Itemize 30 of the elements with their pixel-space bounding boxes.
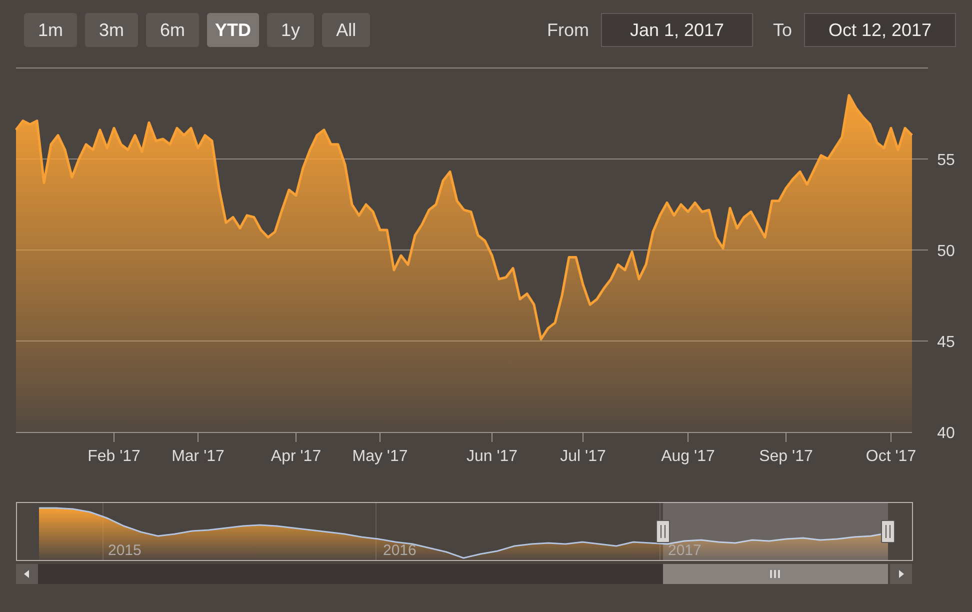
range-button[interactable]: All (322, 13, 370, 47)
range-button[interactable]: 1m (24, 13, 78, 47)
scroll-right-button[interactable] (890, 564, 912, 584)
navigator-selection[interactable] (663, 503, 888, 560)
y-axis-label: 50 (937, 243, 955, 260)
x-axis-label: Sep '17 (759, 448, 813, 465)
x-axis-label: Apr '17 (270, 448, 322, 465)
range-handle[interactable] (656, 520, 670, 543)
x-axis-label: Feb '17 (88, 448, 140, 465)
from-label: From (546, 20, 589, 40)
year-label: 2017 (668, 542, 702, 559)
y-axis-label: 55 (937, 152, 955, 169)
year-label: 2015 (108, 542, 142, 559)
y-axis-label: 45 (937, 334, 955, 351)
x-axis-label: Jun '17 (466, 448, 518, 465)
range-button[interactable]: 3m (85, 13, 138, 47)
x-axis-label: Aug '17 (661, 448, 715, 465)
x-axis-label: Jul '17 (560, 448, 606, 465)
range-button[interactable]: YTD (207, 13, 260, 47)
y-axis-label: 40 (937, 425, 955, 442)
range-handle[interactable] (881, 520, 895, 543)
scrollbar-thumb[interactable] (663, 564, 888, 584)
x-axis-label: Oct '17 (866, 448, 916, 465)
to-label: To (772, 20, 792, 40)
x-axis-label: Mar '17 (172, 448, 224, 465)
year-label: 2016 (383, 542, 416, 559)
range-button[interactable]: 1y (267, 13, 314, 47)
x-axis-label: May '17 (352, 448, 408, 465)
range-button[interactable]: 6m (146, 13, 200, 47)
scroll-left-button[interactable] (16, 564, 38, 584)
